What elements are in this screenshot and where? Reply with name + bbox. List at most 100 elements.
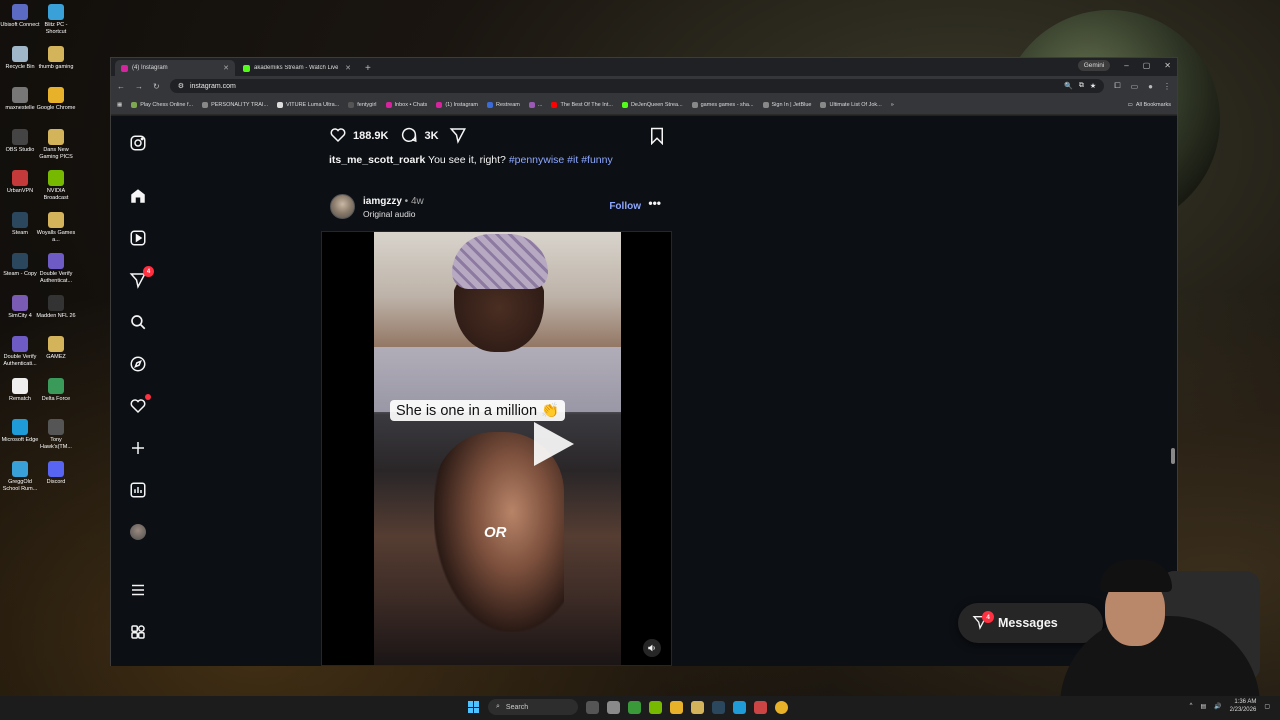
maximize-button[interactable]: ▢ — [1143, 61, 1151, 70]
steam-icon[interactable] — [712, 700, 725, 714]
desktop-icon[interactable]: maxnestelle — [0, 87, 40, 112]
task-view-icon[interactable] — [586, 700, 599, 714]
desktop-icon[interactable]: GreggOld School Rum... — [0, 460, 40, 493]
extensions-icon[interactable]: ⧠ — [1114, 81, 1120, 91]
comment-count[interactable]: 3K — [424, 130, 438, 142]
desktop-icon[interactable]: Rematch — [0, 377, 40, 403]
bookmark-item[interactable]: DeJenQueen Strea... — [621, 102, 683, 108]
reel-video[interactable]: She is one in a million 👏 OR — [321, 231, 672, 666]
taskbar-search[interactable]: ⌕ Search — [488, 699, 578, 715]
desktop-icon[interactable]: Steam — [0, 211, 40, 237]
tab-instagram[interactable]: (4) Instagram ✕ — [115, 60, 235, 76]
desktop-icon[interactable]: Google Chrome — [36, 87, 76, 112]
desktop-icon[interactable]: Blitz PC - Shortcut — [36, 4, 76, 36]
audio-toggle-icon[interactable] — [643, 639, 661, 657]
forward-icon[interactable]: → — [135, 82, 143, 91]
bookmark-item[interactable]: games games - sha... — [691, 102, 754, 108]
explore-icon[interactable] — [128, 354, 148, 374]
chrome-icon[interactable] — [775, 700, 788, 714]
more-options-icon[interactable]: ••• — [648, 196, 661, 210]
like-icon[interactable] — [329, 126, 347, 147]
home-icon[interactable] — [128, 186, 148, 206]
desktop-icon[interactable]: Dans New Gaming PICS — [36, 128, 76, 161]
desktop-icon[interactable]: Woyalls Games a... — [36, 211, 76, 244]
network-icon[interactable]: ▤ — [1200, 703, 1206, 710]
address-bar[interactable]: ⚙ instagram.com 🔍 ⧉ ★ — [169, 79, 1105, 93]
zoom-icon[interactable]: 🔍 — [1064, 82, 1073, 90]
new-tab-button[interactable]: + — [359, 60, 377, 76]
profile-icon[interactable]: ● — [1148, 82, 1153, 91]
like-count[interactable]: 188.9K — [353, 130, 388, 142]
desktop-icon[interactable]: Discord — [36, 460, 76, 486]
desktop-icon[interactable]: Double Verify Authenticat... — [36, 253, 76, 285]
bookmark-item[interactable]: Play Chess Online f... — [131, 102, 193, 108]
search-icon[interactable] — [128, 312, 148, 332]
bookmark-item[interactable]: PERSONALITY TRAI... — [202, 102, 268, 108]
create-icon[interactable] — [128, 438, 148, 458]
bookmark-item[interactable]: Ultimate List Of Jok... — [820, 102, 882, 108]
desktop-icon[interactable]: NVIDIA Broadcast — [36, 170, 76, 202]
bookmark-item[interactable]: VITURE Luma Ultra... — [277, 102, 339, 108]
scrollbar-thumb[interactable] — [1171, 448, 1175, 464]
also-from-meta-icon[interactable] — [128, 622, 148, 642]
site-info-icon[interactable]: ⚙ — [178, 82, 184, 90]
all-bookmarks[interactable]: ▭ All Bookmarks — [1128, 102, 1171, 108]
app-icon[interactable] — [754, 700, 767, 714]
close-tab-icon[interactable]: ✕ — [223, 64, 229, 72]
notifications-icon[interactable]: ▢ — [1264, 703, 1270, 710]
desktop-icon[interactable]: Steam - Copy — [0, 253, 40, 278]
bookmarks-overflow-icon[interactable]: » — [891, 102, 894, 108]
bookmark-star-icon[interactable]: ★ — [1090, 82, 1096, 90]
minimize-button[interactable]: – — [1124, 61, 1128, 70]
desktop-icon[interactable]: UrbanVPN — [0, 170, 40, 195]
start-icon[interactable] — [468, 701, 480, 713]
bookmark-item[interactable]: Restream — [487, 102, 520, 108]
tab-akademiks[interactable]: akademiks Stream - Watch Live ✕ — [237, 60, 357, 76]
reload-icon[interactable]: ↻ — [153, 82, 160, 91]
close-window-button[interactable]: ✕ — [1164, 61, 1171, 70]
desktop-icon[interactable]: GAMEZ — [36, 336, 76, 361]
bookmark-item[interactable]: ... — [528, 102, 542, 108]
profile-avatar-icon[interactable] — [128, 522, 148, 542]
media-player-icon[interactable] — [628, 700, 641, 714]
follow-button[interactable]: Follow — [609, 201, 641, 212]
bookmark-item[interactable]: Sign In | JetBlue — [762, 102, 811, 108]
original-audio-link[interactable]: Original audio — [363, 209, 415, 219]
install-app-icon[interactable]: ⧉ — [1079, 82, 1084, 90]
bookmark-item[interactable]: The Best Of The Int... — [551, 102, 613, 108]
desktop-icon[interactable]: Double Verify Authenticati... — [0, 336, 40, 368]
desktop-icon[interactable]: Microsoft Edge — [0, 419, 40, 444]
close-tab-icon[interactable]: ✕ — [345, 64, 351, 72]
desktop-icon[interactable]: Recycle Bin — [0, 45, 40, 71]
bookmark-item[interactable]: (1) Instagram — [436, 102, 478, 108]
desktop-icon[interactable]: Tony Hawk's(TM... — [36, 419, 76, 451]
desktop-icon[interactable]: OBS Studio — [0, 128, 40, 154]
desktop-icon[interactable]: Delta Force — [36, 377, 76, 403]
heart-notifications-icon[interactable] — [128, 394, 151, 416]
desktop-icon[interactable]: thumb gaming — [36, 45, 76, 71]
nvidia-icon[interactable] — [649, 700, 662, 714]
volume-icon[interactable]: 🔊 — [1214, 703, 1221, 710]
clock[interactable]: 1:36 AM 2/23/2026 — [1230, 698, 1257, 714]
desktop-icon[interactable]: Madden NFL 26 — [36, 294, 76, 320]
tray-chevron-icon[interactable]: ^ — [1190, 703, 1193, 709]
side-panel-icon[interactable]: ▭ — [1131, 82, 1139, 91]
bookmark-item[interactable]: Inbox • Chats — [385, 102, 427, 108]
bookmark-item[interactable]: fentygirl — [348, 102, 377, 108]
caption-hashtags[interactable]: #pennywise #it #funny — [509, 154, 613, 166]
back-icon[interactable]: ← — [117, 82, 125, 91]
file-explorer-icon[interactable] — [670, 700, 683, 714]
save-bookmark-icon[interactable] — [649, 127, 665, 148]
settings-icon[interactable] — [607, 700, 620, 714]
apps-grid-icon[interactable]: ▦ — [117, 102, 122, 108]
author-username[interactable]: iamgzzy — [363, 196, 402, 207]
play-icon[interactable] — [534, 422, 574, 466]
caption-username[interactable]: its_me_scott_roark — [329, 154, 425, 166]
instagram-logo-icon[interactable] — [128, 133, 148, 153]
more-menu-icon[interactable] — [128, 580, 148, 600]
share-icon[interactable] — [449, 126, 467, 147]
comment-icon[interactable] — [400, 126, 418, 147]
edge-icon[interactable] — [733, 700, 746, 714]
menu-icon[interactable]: ⋮ — [1163, 82, 1171, 91]
gemini-button[interactable]: Gemini — [1077, 60, 1111, 71]
